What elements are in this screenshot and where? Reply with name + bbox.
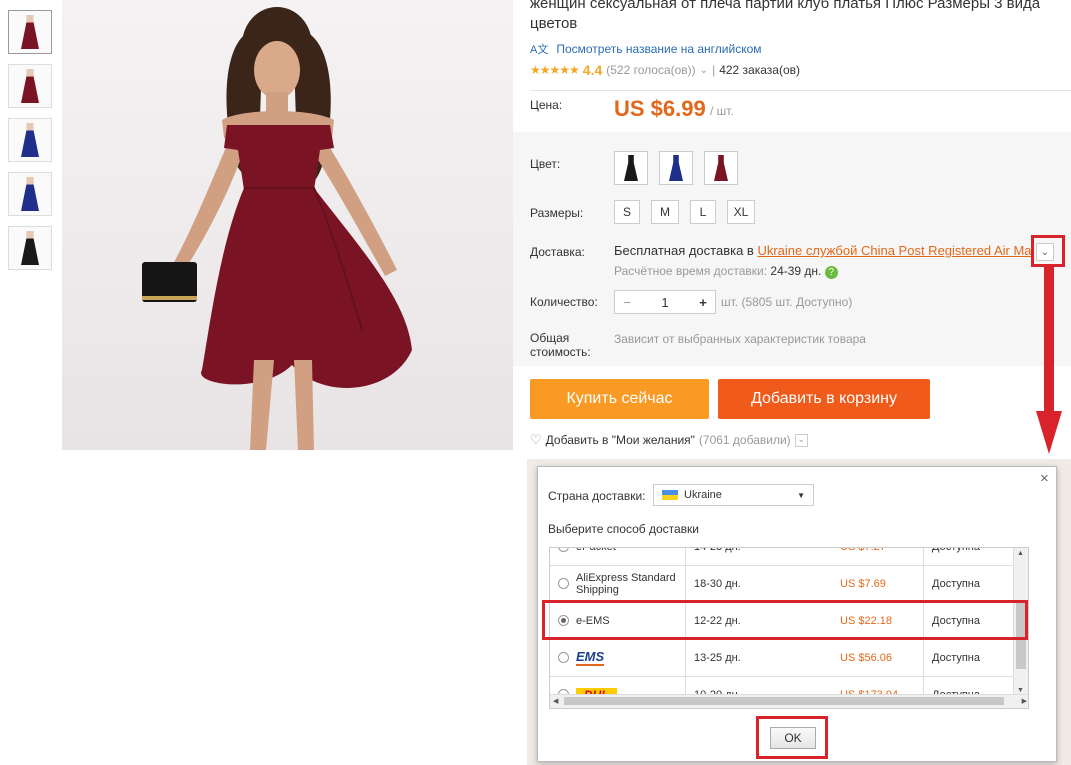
close-icon[interactable]: × <box>1040 470 1049 487</box>
thumbnail-dress-icon <box>21 231 39 265</box>
price-unit: / шт. <box>710 104 734 118</box>
method-days: 13-25 дн. <box>694 651 741 664</box>
price-label: Цена: <box>530 98 563 112</box>
size-m-button[interactable]: M <box>651 200 679 224</box>
table-row[interactable]: EMS 13-25 дн. US $56.06 Доступна <box>550 639 1028 677</box>
highlight-box-ok <box>756 716 828 759</box>
product-main-image[interactable] <box>62 0 513 450</box>
color-swatch-blue[interactable] <box>659 151 693 185</box>
dress-illustration <box>142 7 412 450</box>
price-value: US $6.99 <box>614 96 706 121</box>
size-l-button[interactable]: L <box>690 200 716 224</box>
country-value: Ukraine <box>684 489 722 501</box>
rating-stars-icon: ★★★★★ <box>530 63 580 77</box>
dress-icon <box>714 155 728 181</box>
horizontal-scrollbar[interactable]: ◀ ▶ <box>550 694 1028 708</box>
total-label-line2: стоимость: <box>530 345 591 359</box>
ems-logo-text: EMS <box>576 649 605 666</box>
thumbnail-5[interactable] <box>8 226 52 270</box>
rating-row: ★★★★★ 4.4 (522 голоса(ов)) ⌄ | 422 заказ… <box>530 62 800 78</box>
method-price: US $56.06 <box>840 651 892 664</box>
method-name: ePacket <box>576 548 684 565</box>
thumbnail-dress-icon <box>21 123 39 157</box>
quantity-minus-button[interactable]: − <box>615 295 639 310</box>
delivery-time: Расчётное время доставки: 24-39 дн. ? <box>614 264 838 279</box>
chevron-down-icon[interactable]: ⌄ <box>700 65 708 76</box>
ukraine-flag-icon <box>662 490 678 500</box>
thumbnail-3[interactable] <box>8 118 52 162</box>
table-row[interactable]: AliExpress Standard Shipping 18-30 дн. U… <box>550 565 1028 603</box>
translate-icon: A文 <box>530 44 549 56</box>
quantity-note: шт. (5805 шт. Доступно) <box>721 295 853 309</box>
rating-votes[interactable]: (522 голоса(ов)) <box>606 63 695 77</box>
thumbnail-dress-icon <box>21 177 39 211</box>
buy-now-button[interactable]: Купить сейчас <box>530 379 709 419</box>
size-label: Размеры: <box>530 206 584 220</box>
h-scrollbar-thumb[interactable] <box>564 697 1004 705</box>
delivery-info: Бесплатная доставка в Ukraine службой Ch… <box>614 243 1034 258</box>
total-label-line1: Общая <box>530 331 570 345</box>
divider <box>530 90 1071 91</box>
thumbnail-1[interactable] <box>8 10 52 54</box>
size-s-button[interactable]: S <box>614 200 640 224</box>
thumbnail-dress-icon <box>21 69 39 103</box>
method-price: US $7.69 <box>840 577 886 590</box>
total-value: Зависит от выбранных характеристик товар… <box>614 332 866 346</box>
scroll-down-icon[interactable]: ▼ <box>1017 687 1024 694</box>
help-icon[interactable]: ? <box>824 266 838 279</box>
delivery-prefix: Бесплатная доставка в <box>614 243 758 258</box>
thumbnail-2[interactable] <box>8 64 52 108</box>
dress-icon <box>624 155 638 181</box>
method-days: 18-30 дн. <box>694 577 741 590</box>
highlight-box-selected-method <box>542 600 1028 640</box>
method-name: AliExpress Standard Shipping <box>576 571 676 596</box>
country-select[interactable]: Ukraine ▼ <box>653 484 814 506</box>
quantity-input[interactable]: 1 <box>653 295 677 310</box>
product-title: женщин сексуальная от плеча партии клуб … <box>530 0 1041 32</box>
method-days: 14-23 дн. <box>694 548 794 565</box>
scroll-right-icon[interactable]: ▶ <box>1022 697 1027 705</box>
delivery-label: Доставка: <box>530 245 585 259</box>
divider: | <box>712 63 716 77</box>
radio-button[interactable] <box>558 652 569 663</box>
ems-logo: EMS <box>576 639 684 676</box>
method-status: Доступна <box>932 577 981 590</box>
method-label: Выберите способ доставки <box>548 522 700 536</box>
chevron-down-icon[interactable]: ⌄ <box>794 433 808 447</box>
total-label: Общая стоимость: <box>530 331 591 359</box>
scroll-left-icon[interactable]: ◀ <box>553 697 558 705</box>
method-price: US $7.27 <box>840 548 920 565</box>
quantity-plus-button[interactable]: + <box>691 295 715 310</box>
radio-button[interactable] <box>558 548 569 552</box>
arrow-down-annotation <box>1036 266 1062 454</box>
wishlist-label[interactable]: Добавить в "Мои желания" <box>546 433 695 447</box>
method-status: Доступна <box>932 548 1012 565</box>
english-title-link[interactable]: A文 Посмотреть название на английском <box>530 41 762 57</box>
thumbnail-dress-icon <box>21 15 39 49</box>
delivery-time-value: 24-39 дн. <box>770 264 822 278</box>
delivery-method-link[interactable]: Ukraine службой China Post Registered Ai… <box>757 243 1034 258</box>
table-row[interactable]: ePacket 14-23 дн. US $7.27 Доступна <box>550 548 1028 566</box>
quantity-stepper: − 1 + <box>614 290 716 314</box>
radio-button[interactable] <box>558 578 569 589</box>
delivery-time-prefix: Расчётное время доставки: <box>614 264 771 278</box>
dress-icon <box>669 155 683 181</box>
country-label: Страна доставки: <box>548 489 646 503</box>
color-swatch-black[interactable] <box>614 151 648 185</box>
rating-score: 4.4 <box>582 62 603 78</box>
wishlist-row[interactable]: ♡ Добавить в "Мои желания" (7061 добавил… <box>530 432 808 448</box>
size-xl-button[interactable]: XL <box>727 200 755 224</box>
wishlist-count: (7061 добавили) <box>698 433 791 447</box>
heart-icon: ♡ <box>530 432 542 447</box>
scroll-up-icon[interactable]: ▲ <box>1017 550 1024 557</box>
caret-down-icon: ▼ <box>797 490 805 500</box>
highlight-box-delivery <box>1031 235 1065 267</box>
method-status: Доступна <box>932 651 981 664</box>
thumbnail-4[interactable] <box>8 172 52 216</box>
color-label: Цвет: <box>530 157 561 171</box>
orders-count: 422 заказа(ов) <box>719 63 800 77</box>
color-swatch-burgundy[interactable] <box>704 151 738 185</box>
add-to-cart-button[interactable]: Добавить в корзину <box>718 379 930 419</box>
quantity-label: Количество: <box>530 295 598 309</box>
